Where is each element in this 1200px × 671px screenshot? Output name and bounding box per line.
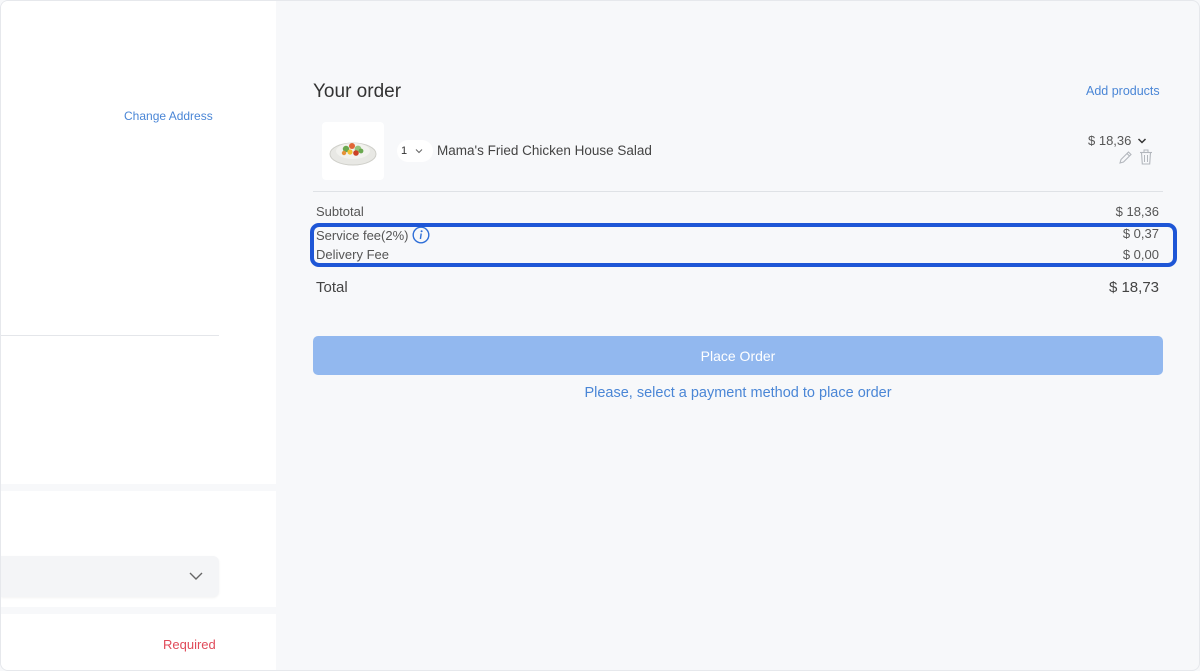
chevron-down-icon	[415, 149, 423, 154]
order-divider	[313, 191, 1163, 192]
checkout-page: Change Address Required Your order Add p…	[0, 0, 1200, 671]
product-image	[322, 122, 384, 180]
subtotal-value: $ 18,36	[1115, 204, 1159, 219]
required-label: Required	[163, 637, 216, 652]
change-address-link[interactable]: Change Address	[124, 109, 213, 123]
salad-image	[329, 142, 377, 166]
payment-method-select[interactable]	[1, 556, 219, 597]
add-products-link[interactable]: Add products	[1086, 84, 1160, 98]
total-label: Total	[316, 279, 348, 296]
product-price: $ 18,36	[1088, 133, 1132, 148]
product-price-toggle[interactable]: $ 18,36	[1088, 133, 1147, 148]
total-value: $ 18,73	[1108, 279, 1159, 296]
payment-method-note: Please, select a payment method to place…	[584, 385, 892, 401]
place-order-button[interactable]: Place Order	[313, 336, 1163, 375]
chevron-down-icon	[189, 572, 203, 580]
address-panel: Change Address	[1, 1, 276, 484]
trash-icon[interactable]	[1139, 149, 1153, 165]
address-divider	[1, 335, 219, 336]
pencil-icon[interactable]	[1118, 150, 1133, 165]
order-title: Your order	[313, 81, 402, 102]
fees-highlight	[310, 223, 1177, 267]
subtotal-label: Subtotal	[316, 204, 364, 219]
product-name: Mama's Fried Chicken House Salad	[437, 143, 652, 158]
quantity-value: 1	[401, 145, 408, 157]
chevron-down-icon	[1138, 137, 1147, 144]
quantity-select[interactable]: 1	[397, 140, 433, 162]
required-panel	[1, 614, 276, 670]
